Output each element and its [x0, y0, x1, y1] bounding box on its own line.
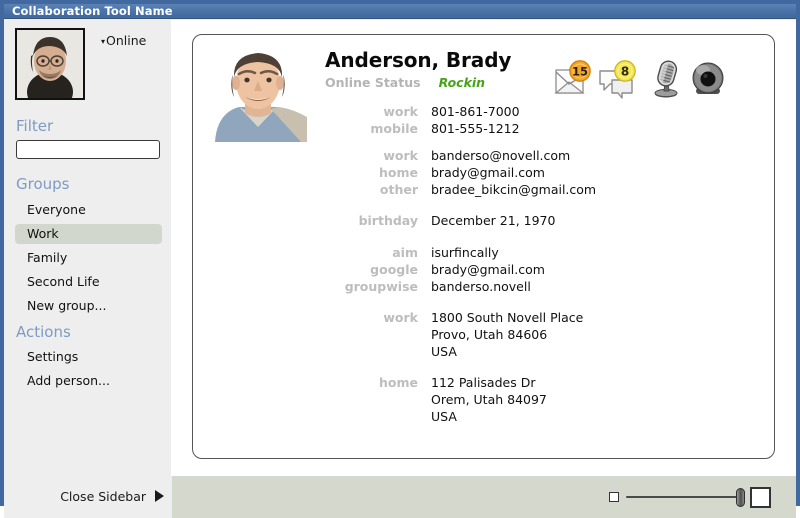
chat-icon[interactable]: 8: [598, 59, 638, 99]
sidebar-item-everyone[interactable]: Everyone: [15, 200, 162, 220]
sidebar-item-work[interactable]: Work: [15, 224, 162, 244]
avatar-image: [17, 30, 83, 98]
field-value: Provo, Utah 84606: [431, 327, 548, 342]
groups-heading: Groups: [16, 175, 70, 193]
field-row: USA: [193, 408, 774, 425]
field-row: work 1800 South Novell Place: [193, 309, 774, 326]
field-row: groupwise banderso.novell: [193, 278, 774, 295]
field-row: home 112 Palisades Dr: [193, 374, 774, 391]
field-row: work 801-861-7000: [193, 103, 774, 120]
field-label: home: [379, 375, 418, 390]
webcam-icon[interactable]: [688, 59, 728, 99]
sidebar: ▾Online Filter Groups Everyone Work Fami…: [4, 20, 172, 502]
window-title: Collaboration Tool Name: [12, 4, 173, 18]
zoom-slider-track[interactable]: [626, 496, 743, 498]
field-label: aim: [392, 245, 418, 260]
field-row: birthday December 21, 1970: [193, 212, 774, 229]
field-value: isurfincally: [431, 245, 499, 260]
contact-name: Anderson, Brady: [325, 48, 512, 72]
main-panel: Anderson, Brady Online Status Rockin 15 …: [172, 20, 796, 502]
field-value: 801-555-1212: [431, 121, 520, 136]
field-label: google: [370, 262, 418, 277]
field-value: bradee_bikcin@gmail.com: [431, 182, 597, 197]
field-row: USA: [193, 343, 774, 360]
field-value: brady@gmail.com: [431, 262, 545, 277]
field-value: banderso@novell.com: [431, 148, 571, 163]
status-dropdown-label: Online: [106, 33, 147, 48]
field-value: December 21, 1970: [431, 213, 556, 228]
chevron-down-icon: ▾: [101, 36, 106, 46]
field-label: groupwise: [344, 279, 418, 294]
field-label: work: [383, 148, 418, 163]
field-row: home brady@gmail.com: [193, 164, 774, 181]
chat-badge-count: 8: [621, 64, 629, 78]
user-identity-row: ▾Online: [15, 28, 165, 106]
status-dropdown[interactable]: ▾Online: [101, 33, 146, 48]
field-value: 801-861-7000: [431, 104, 520, 119]
contact-action-icons: 15 8: [553, 59, 738, 99]
sidebar-item-settings[interactable]: Settings: [15, 347, 162, 367]
sidebar-item-second-life[interactable]: Second Life: [15, 272, 162, 292]
title-bar: Collaboration Tool Name: [4, 4, 796, 19]
zoom-slider[interactable]: [609, 484, 774, 510]
field-value: 1800 South Novell Place: [431, 310, 584, 325]
filter-heading: Filter: [16, 117, 54, 135]
field-row: aim isurfincally: [193, 244, 774, 261]
field-value: Orem, Utah 84097: [431, 392, 547, 407]
contact-status-line: Online Status Rockin: [325, 75, 485, 90]
field-value: brady@gmail.com: [431, 165, 545, 180]
field-value: USA: [431, 409, 457, 424]
app-window: Collaboration Tool Name ▾Online Filter G…: [0, 0, 800, 518]
contact-card: Anderson, Brady Online Status Rockin 15 …: [192, 34, 775, 459]
field-row: google brady@gmail.com: [193, 261, 774, 278]
zoom-slider-thumb[interactable]: [736, 488, 745, 507]
field-row: work banderso@novell.com: [193, 147, 774, 164]
field-label: work: [383, 310, 418, 325]
field-label: home: [379, 165, 418, 180]
contact-status-value: Rockin: [438, 75, 486, 90]
field-value: banderso.novell: [431, 279, 531, 294]
triangle-right-icon: [155, 490, 164, 502]
microphone-icon[interactable]: [647, 59, 687, 99]
bottom-bar: Close Sidebar: [4, 476, 796, 518]
field-label: other: [379, 182, 418, 197]
filter-input[interactable]: [16, 140, 160, 159]
mail-icon[interactable]: 15: [553, 59, 593, 99]
field-value: 112 Palisades Dr: [431, 375, 536, 390]
mail-badge-count: 15: [572, 64, 588, 78]
close-sidebar-label: Close Sidebar: [60, 489, 146, 504]
field-row: other bradee_bikcin@gmail.com: [193, 181, 774, 198]
sidebar-item-family[interactable]: Family: [15, 248, 162, 268]
field-label: work: [383, 104, 418, 119]
contact-status-label: Online Status: [325, 75, 421, 90]
close-sidebar-button[interactable]: Close Sidebar: [4, 476, 172, 518]
field-row: mobile 801-555-1212: [193, 120, 774, 137]
field-label: birthday: [358, 213, 418, 228]
bottom-bar-sidebar-section: Close Sidebar: [4, 476, 172, 518]
large-square-icon[interactable]: [750, 487, 771, 508]
content-area: ▾Online Filter Groups Everyone Work Fami…: [4, 20, 796, 518]
sidebar-item-new-group[interactable]: New group...: [15, 296, 162, 316]
field-row: Orem, Utah 84097: [193, 391, 774, 408]
field-label: mobile: [370, 121, 418, 136]
actions-heading: Actions: [16, 323, 71, 341]
avatar[interactable]: [15, 28, 85, 100]
field-row: Provo, Utah 84606: [193, 326, 774, 343]
sidebar-item-add-person[interactable]: Add person...: [15, 371, 162, 391]
small-square-icon[interactable]: [609, 492, 619, 502]
field-value: USA: [431, 344, 457, 359]
